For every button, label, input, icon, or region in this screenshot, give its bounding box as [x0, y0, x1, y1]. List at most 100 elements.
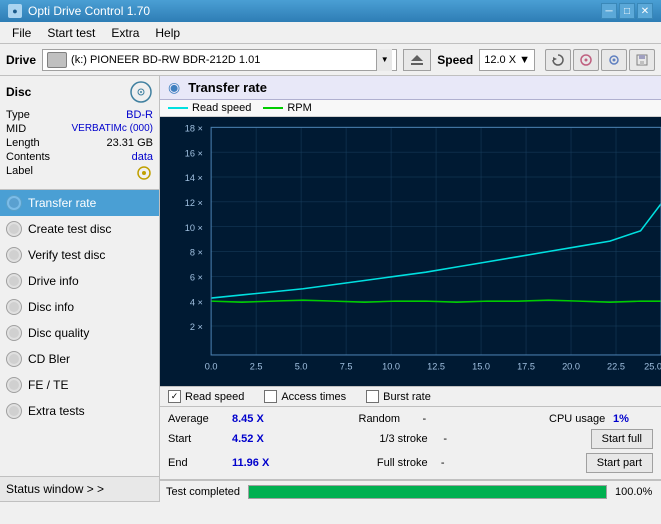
burst-rate-checkbox[interactable] [366, 390, 379, 403]
nav-items: Transfer rate Create test disc Verify te… [0, 190, 159, 476]
access-times-checkbox[interactable] [264, 390, 277, 403]
chart-svg: 18 × 16 × 14 × 12 × 10 × 8 × 6 × 4 × 2 ×… [160, 117, 661, 386]
left-panel: Disc Type BD-R MID VERBATIMc (000) Leng [0, 76, 160, 502]
one-third-stroke-key: 1/3 stroke [379, 433, 439, 445]
title-bar: ● Opti Drive Control 1.70 ─ □ ✕ [0, 0, 661, 22]
nav-fe-te[interactable]: FE / TE [0, 372, 159, 398]
start-val: 4.52 X [232, 433, 272, 445]
chart-legend: Read speed RPM [160, 100, 661, 117]
status-window-button[interactable]: Status window > > [0, 476, 159, 502]
start-part-button[interactable]: Start part [586, 453, 653, 473]
fe-te-icon [6, 377, 22, 393]
save-button[interactable] [629, 49, 655, 71]
progress-bar-outer [248, 485, 607, 499]
refresh-button[interactable] [545, 49, 571, 71]
nav-create-test-disc[interactable]: Create test disc [0, 216, 159, 242]
legend-rpm: RPM [263, 102, 311, 114]
menu-help[interactable]: Help [147, 24, 188, 42]
legend-read-speed-label: Read speed [192, 102, 251, 114]
checkbox-access-times[interactable]: Access times [264, 390, 346, 403]
nav-transfer-rate-label: Transfer rate [28, 196, 96, 210]
eject-button[interactable] [403, 49, 431, 71]
svg-text:20.0: 20.0 [562, 361, 580, 371]
drive-text: (k:) PIONEER BD-RW BDR-212D 1.01 [71, 54, 372, 66]
drive-icon [47, 52, 67, 68]
chart-title: Transfer rate [188, 80, 267, 95]
checkbox-burst-rate[interactable]: Burst rate [366, 390, 431, 403]
disc-info-section: Disc Type BD-R MID VERBATIMc (000) Leng [0, 76, 159, 190]
end-val: 11.96 X [232, 457, 272, 469]
read-speed-checkbox[interactable]: ✓ [168, 390, 181, 403]
end-key: End [168, 457, 228, 469]
extra-tests-icon [6, 403, 22, 419]
disc-contents-row: Contents data [6, 150, 153, 164]
svg-text:4 ×: 4 × [190, 297, 203, 307]
random-val: - [423, 413, 427, 425]
minimize-button[interactable]: ─ [601, 3, 617, 19]
svg-text:18 ×: 18 × [185, 123, 203, 133]
right-panel: ◉ Transfer rate Read speed RPM [160, 76, 661, 502]
start-key: Start [168, 433, 228, 445]
menu-extra[interactable]: Extra [103, 24, 147, 42]
svg-text:2.5: 2.5 [250, 361, 263, 371]
main-layout: Disc Type BD-R MID VERBATIMc (000) Leng [0, 76, 661, 502]
menu-file[interactable]: File [4, 24, 39, 42]
disc-label-row: Label [6, 164, 153, 185]
nav-transfer-rate[interactable]: Transfer rate [0, 190, 159, 216]
app-icon: ● [8, 4, 22, 18]
svg-text:25.0 GB: 25.0 GB [644, 361, 661, 371]
nav-fe-te-label: FE / TE [28, 378, 68, 392]
nav-cd-bler[interactable]: CD Bler [0, 346, 159, 372]
nav-extra-tests[interactable]: Extra tests [0, 398, 159, 424]
svg-text:8 ×: 8 × [190, 248, 203, 258]
burst-rate-checkbox-label: Burst rate [383, 391, 431, 403]
progress-bar-inner [249, 486, 606, 498]
svg-text:0.0: 0.0 [205, 361, 218, 371]
access-times-checkbox-label: Access times [281, 391, 346, 403]
svg-text:12.5: 12.5 [427, 361, 445, 371]
nav-create-test-disc-label: Create test disc [28, 222, 111, 236]
chart-area: 18 × 16 × 14 × 12 × 10 × 8 × 6 × 4 × 2 ×… [160, 117, 661, 386]
close-button[interactable]: ✕ [637, 3, 653, 19]
nav-disc-quality-label: Disc quality [28, 326, 89, 340]
average-val: 8.45 X [232, 413, 272, 425]
cpu-usage-val: 1% [613, 413, 653, 425]
maximize-button[interactable]: □ [619, 3, 635, 19]
svg-text:16 ×: 16 × [185, 148, 203, 158]
nav-verify-test-disc[interactable]: Verify test disc [0, 242, 159, 268]
transfer-rate-icon [6, 195, 22, 211]
drive-selector[interactable]: (k:) PIONEER BD-RW BDR-212D 1.01 ▼ [42, 49, 397, 71]
svg-text:15.0: 15.0 [472, 361, 490, 371]
nav-verify-test-disc-label: Verify test disc [28, 248, 105, 262]
menu-start-test[interactable]: Start test [39, 24, 103, 42]
full-stroke-key: Full stroke [377, 457, 437, 469]
full-stroke-val: - [441, 457, 445, 469]
svg-text:10.0: 10.0 [382, 361, 400, 371]
settings-button[interactable] [601, 49, 627, 71]
drive-dropdown-arrow[interactable]: ▼ [376, 49, 392, 71]
start-full-button[interactable]: Start full [591, 429, 653, 449]
one-third-stroke-val: - [443, 433, 447, 445]
disc-length-row: Length 23.31 GB [6, 136, 153, 150]
svg-text:14 ×: 14 × [185, 173, 203, 183]
disc-button[interactable] [573, 49, 599, 71]
nav-cd-bler-label: CD Bler [28, 352, 70, 366]
speed-selector[interactable]: 12.0 X ▼ [479, 49, 535, 71]
verify-test-disc-icon [6, 247, 22, 263]
svg-text:6 ×: 6 × [190, 272, 203, 282]
svg-text:5.0: 5.0 [295, 361, 308, 371]
chart-header: ◉ Transfer rate [160, 76, 661, 100]
checkbox-read-speed[interactable]: ✓ Read speed [168, 390, 244, 403]
cd-bler-icon [6, 351, 22, 367]
app-title: Opti Drive Control 1.70 [28, 4, 150, 18]
nav-disc-info[interactable]: Disc info [0, 294, 159, 320]
drive-label: Drive [6, 53, 36, 67]
progress-percent: 100.0% [615, 486, 655, 498]
speed-label: Speed [437, 53, 473, 67]
nav-disc-quality[interactable]: Disc quality [0, 320, 159, 346]
legend-rpm-color [263, 107, 283, 109]
nav-drive-info[interactable]: Drive info [0, 268, 159, 294]
legend-rpm-label: RPM [287, 102, 311, 114]
nav-disc-info-label: Disc info [28, 300, 74, 314]
drive-bar: Drive (k:) PIONEER BD-RW BDR-212D 1.01 ▼… [0, 44, 661, 76]
